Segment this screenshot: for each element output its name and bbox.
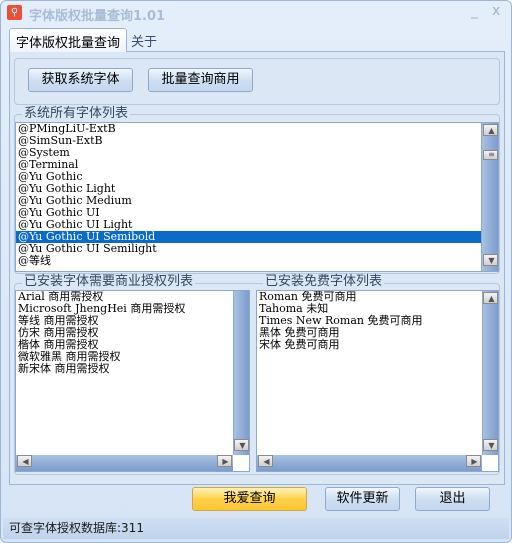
free-legend: 已安装免费字体列表 [263, 274, 385, 289]
scroll-thumb[interactable]: ≡ [483, 150, 498, 160]
list-item[interactable]: 宋体 免费可商用 [257, 339, 498, 351]
app-window: ⚲ 字体版权批量查询1.01 _ x 字体版权批量查询 关于 获取系统字体 批量… [0, 0, 512, 543]
list-item[interactable]: @SimSun-ExtB [16, 135, 498, 147]
commercial-fonts-list[interactable]: Arial 商用需授权 Microsoft JhengHei 商用需授权 等线 商用… [15, 290, 250, 472]
batch-query-button[interactable]: 批量查询商用 [148, 68, 253, 92]
system-fonts-list[interactable]: @PMingLiU-ExtB @SimSun-ExtB @System @Termin… [15, 122, 499, 272]
list-item[interactable]: @Terminal [16, 159, 498, 171]
scroll-left-icon[interactable]: ◀ [258, 455, 273, 467]
vertical-scrollbar[interactable]: ▲ ≡ ▼ [481, 123, 498, 271]
vertical-scrollbar[interactable]: ▼ [233, 291, 249, 455]
horizontal-scrollbar[interactable]: ◀ ▶ [16, 455, 233, 471]
status-bar: 可查字体授权数据库:311 [3, 518, 509, 539]
scroll-right-icon[interactable]: ▶ [466, 455, 481, 467]
horizontal-scrollbar[interactable]: ◀ ▶ [257, 455, 482, 471]
list-item[interactable]: 新宋体 商用需授权 [16, 363, 249, 375]
tab-about[interactable]: 关于 [125, 28, 163, 52]
exit-button[interactable]: 退出 [415, 487, 490, 511]
scroll-up-icon[interactable]: ▲ [483, 292, 498, 304]
commercial-legend: 已安装字体需要商业授权列表 [22, 274, 196, 289]
system-fonts-legend: 系统所有字体列表 [22, 106, 131, 121]
list-item[interactable]: @等线 [16, 255, 498, 267]
scroll-down-icon[interactable]: ▼ [483, 439, 498, 451]
scroll-down-icon[interactable]: ▼ [483, 254, 498, 266]
vertical-scrollbar[interactable]: ▲ ▼ [482, 291, 498, 455]
magnifier-icon: ⚲ [7, 5, 22, 20]
list-item[interactable]: @System [16, 147, 498, 159]
scroll-right-icon[interactable]: ▶ [217, 455, 232, 467]
get-system-fonts-button[interactable]: 获取系统字体 [28, 68, 133, 92]
scroll-left-icon[interactable]: ◀ [17, 455, 32, 467]
close-button[interactable]: x [492, 3, 500, 19]
scroll-down-icon[interactable]: ▼ [234, 439, 249, 451]
window-title: 字体版权批量查询1.01 [29, 9, 166, 24]
tab-batch-query[interactable]: 字体版权批量查询 [9, 28, 128, 52]
free-fonts-list[interactable]: Roman 免费可商用 Tahoma 未知 Times New Roman 免费可商… [256, 290, 499, 472]
scroll-up-icon[interactable]: ▲ [483, 124, 498, 136]
query-button[interactable]: 我爱查询 [192, 487, 307, 511]
update-button[interactable]: 软件更新 [325, 487, 400, 511]
list-item[interactable]: @Yu Gothic UI Semilight [16, 243, 498, 255]
minimize-button[interactable]: _ [471, 3, 478, 19]
